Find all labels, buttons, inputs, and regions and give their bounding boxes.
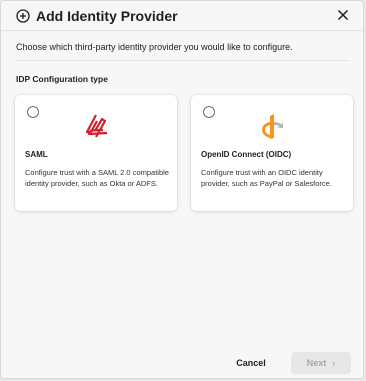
- add-circle-icon: [16, 9, 30, 23]
- close-icon[interactable]: [335, 7, 351, 23]
- chevron-right-icon: ›: [332, 358, 336, 368]
- saml-description: Configure trust with a SAML 2.0 compatib…: [25, 168, 169, 188]
- add-identity-provider-dialog: Add Identity Provider Choose which third…: [0, 0, 364, 379]
- saml-logo: [15, 111, 177, 141]
- next-button[interactable]: Next ›: [291, 352, 351, 374]
- section-label: IDP Configuration type: [16, 74, 108, 84]
- dialog-title: Add Identity Provider: [36, 8, 178, 24]
- oidc-title: OpenID Connect (OIDC): [201, 150, 292, 159]
- dialog-header: Add Identity Provider: [1, 1, 363, 31]
- next-button-label: Next: [306, 358, 327, 368]
- oidc-option-card[interactable]: OpenID Connect (OIDC) Configure trust wi…: [191, 95, 353, 211]
- openid-logo-icon: [262, 114, 283, 139]
- oidc-logo: [191, 111, 353, 141]
- saml-logo-icon: [85, 114, 108, 138]
- oidc-description: Configure trust with an OIDC identity pr…: [201, 168, 332, 188]
- saml-title: SAML: [25, 150, 48, 159]
- dialog-description: Choose which third-party identity provid…: [16, 42, 293, 52]
- saml-option-card[interactable]: SAML Configure trust with a SAML 2.0 com…: [15, 95, 177, 211]
- cancel-button[interactable]: Cancel: [225, 352, 277, 374]
- divider: [16, 60, 348, 61]
